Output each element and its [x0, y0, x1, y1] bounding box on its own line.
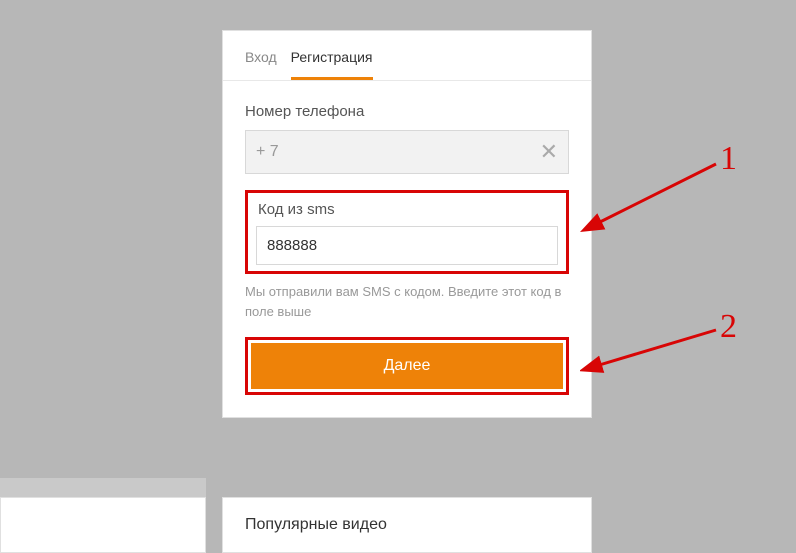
form-body: Номер телефона + 7 ✕ Код из sms Мы отпра…	[223, 81, 591, 417]
next-button[interactable]: Далее	[251, 343, 563, 389]
registration-card: Вход Регистрация Номер телефона + 7 ✕ Ко…	[222, 30, 592, 418]
left-sidebar-card	[0, 497, 206, 553]
tab-register[interactable]: Регистрация	[291, 49, 373, 80]
auth-tabs: Вход Регистрация	[223, 31, 591, 81]
annotation-label-1: 1	[720, 140, 737, 178]
phone-label: Номер телефона	[245, 103, 569, 120]
next-highlight-box: Далее	[245, 337, 569, 395]
annotation-arrow-1	[580, 150, 730, 240]
sms-code-input[interactable]	[256, 226, 558, 265]
sms-label: Код из sms	[256, 201, 558, 218]
popular-videos-card: Популярные видео	[222, 497, 592, 553]
sms-helper-text: Мы отправили вам SMS с кодом. Введите эт…	[245, 282, 569, 321]
tab-login[interactable]: Вход	[245, 49, 277, 80]
sms-highlight-box: Код из sms	[245, 190, 569, 274]
phone-input-row[interactable]: + 7 ✕	[245, 130, 569, 174]
clear-icon[interactable]: ✕	[540, 141, 558, 163]
phone-prefix: + 7	[256, 143, 279, 161]
popular-title: Популярные видео	[245, 516, 569, 534]
annotation-label-2: 2	[720, 308, 737, 346]
annotation-arrow-2	[580, 320, 730, 380]
